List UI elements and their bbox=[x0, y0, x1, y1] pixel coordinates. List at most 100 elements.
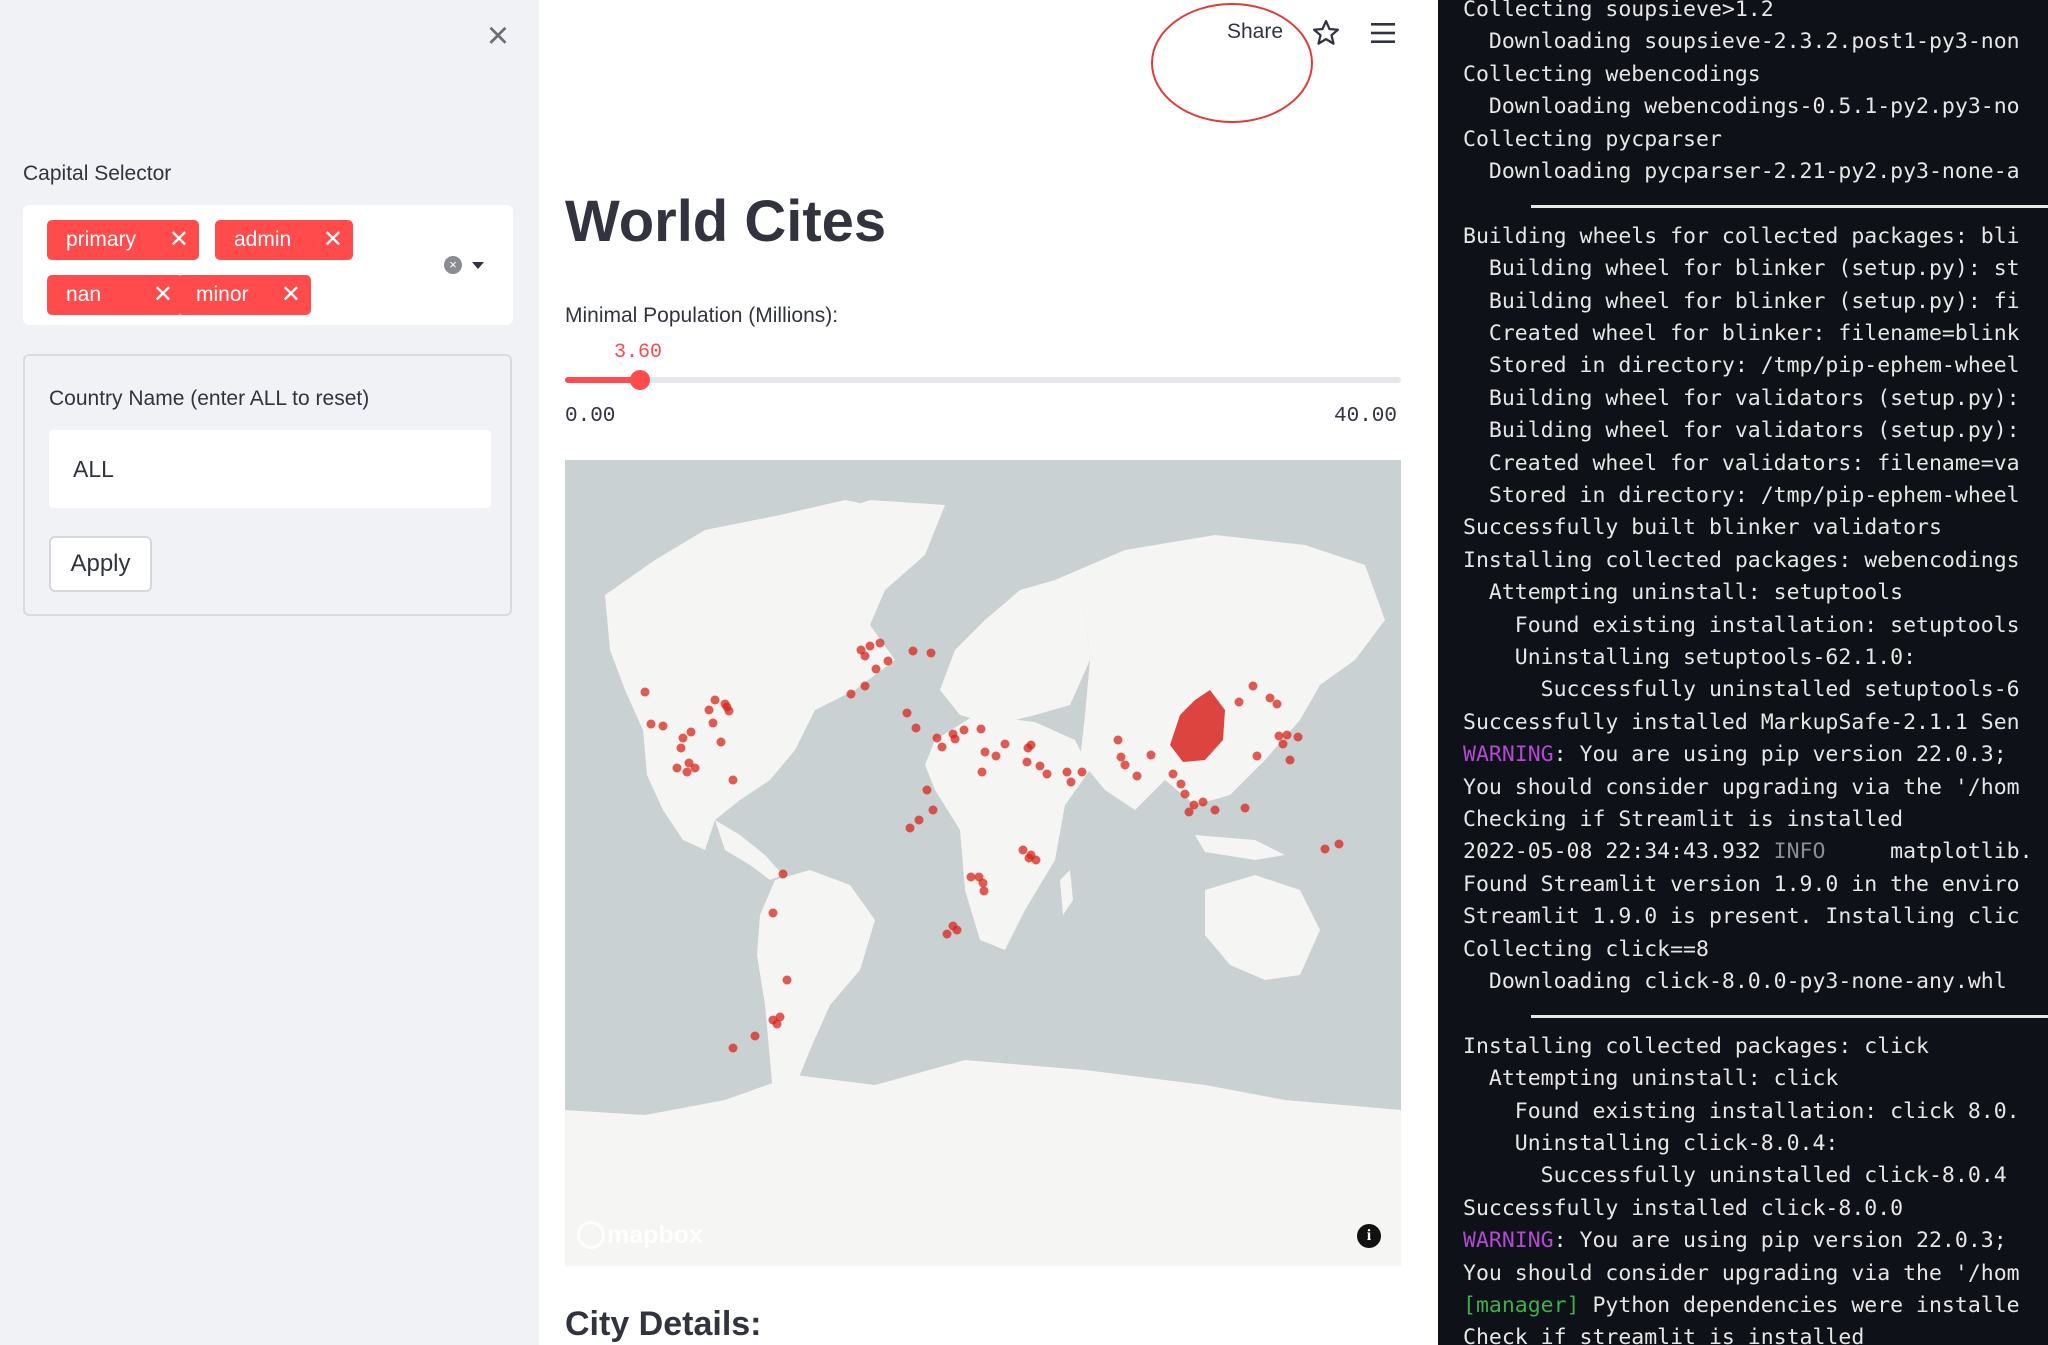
city-dot bbox=[860, 681, 870, 691]
land-africa bbox=[925, 715, 1090, 950]
city-dot bbox=[846, 689, 856, 699]
info-icon[interactable]: i bbox=[1357, 1224, 1381, 1248]
slider-max-label: 40.00 bbox=[1334, 405, 1398, 428]
terminal-line: Check if streamlit is installed bbox=[1463, 1325, 1865, 1345]
city-dot bbox=[1184, 807, 1194, 817]
slider-min-label: 0.00 bbox=[565, 405, 616, 428]
share-highlight-circle bbox=[1151, 3, 1313, 123]
terminal-line: Successfully uninstalled click-8.0.4 bbox=[1463, 1163, 2007, 1189]
city-dot bbox=[672, 763, 682, 773]
chip-admin: admin ✕ bbox=[215, 220, 353, 260]
progress-divider bbox=[1531, 1015, 2048, 1019]
city-dot bbox=[1018, 845, 1028, 855]
terminal-line: Building wheel for validators (setup.py)… bbox=[1463, 385, 2020, 411]
apply-button[interactable]: Apply bbox=[49, 536, 152, 592]
city-dot bbox=[682, 767, 692, 777]
city-dot bbox=[1022, 757, 1032, 767]
city-dot bbox=[678, 733, 688, 743]
city-dot bbox=[1285, 755, 1295, 765]
terminal-line: Collecting soupsieve>1.2 bbox=[1463, 0, 1774, 22]
terminal-line: Installing collected packages: webencodi… bbox=[1463, 547, 2020, 573]
page-title: World Cites bbox=[565, 189, 887, 254]
terminal-line: Uninstalling click-8.0.4: bbox=[1463, 1131, 1839, 1156]
remove-chip-icon[interactable]: ✕ bbox=[323, 220, 343, 260]
terminal-line: Downloading webencodings-0.5.1-py2.py3-n… bbox=[1463, 94, 2020, 120]
terminal-line: Downloading click-8.0.0-py3-none-any.whl bbox=[1463, 969, 2007, 994]
remove-chip-icon[interactable]: ✕ bbox=[153, 275, 173, 315]
terminal-line: Successfully uninstalled setuptools-6 bbox=[1463, 677, 2020, 703]
city-dot bbox=[686, 727, 696, 737]
terminal-line: Uninstalling setuptools-62.1.0: bbox=[1463, 645, 1917, 670]
land-central-america bbox=[715, 820, 783, 880]
city-dot bbox=[952, 925, 962, 935]
city-dot bbox=[1042, 769, 1052, 779]
chip-minor: minor ✕ bbox=[177, 275, 311, 315]
city-dot bbox=[1066, 777, 1076, 787]
remove-chip-icon[interactable]: ✕ bbox=[169, 220, 189, 260]
world-map[interactable]: mapbox i bbox=[565, 460, 1401, 1266]
city-dot bbox=[716, 737, 726, 747]
city-dot bbox=[914, 815, 924, 825]
city-dot bbox=[690, 763, 700, 773]
mapbox-logo-icon bbox=[577, 1221, 605, 1250]
city-dot bbox=[911, 723, 921, 733]
city-dot bbox=[937, 742, 947, 752]
chip-primary: primary ✕ bbox=[47, 220, 199, 260]
chip-label: primary bbox=[66, 228, 137, 251]
population-slider[interactable] bbox=[565, 370, 1401, 390]
chevron-down-icon[interactable] bbox=[472, 262, 484, 269]
slider-fill bbox=[565, 377, 641, 383]
city-dot bbox=[978, 878, 988, 888]
remove-chip-icon[interactable]: ✕ bbox=[281, 275, 301, 315]
city-dot bbox=[942, 929, 952, 939]
slider-thumb[interactable] bbox=[630, 370, 651, 390]
chip-label: admin bbox=[234, 228, 292, 251]
city-dot bbox=[1278, 739, 1288, 749]
city-dot bbox=[646, 719, 656, 729]
city-dot bbox=[1026, 740, 1036, 750]
city-dot bbox=[1180, 789, 1190, 799]
terminal-line: Successfully built blinker validators bbox=[1463, 515, 1942, 541]
city-dot bbox=[1035, 761, 1045, 771]
city-dot bbox=[704, 705, 714, 715]
land-australia bbox=[1205, 875, 1320, 980]
terminal-line: Found existing installation: click 8.0. bbox=[1463, 1098, 2020, 1124]
country-name-input[interactable] bbox=[49, 430, 491, 508]
city-dot bbox=[926, 648, 936, 658]
sidebar: × Capital Selector primary ✕ admin ✕ nan… bbox=[0, 0, 539, 1345]
country-form: Country Name (enter ALL to reset) Apply bbox=[23, 354, 512, 616]
city-dot bbox=[768, 908, 778, 918]
land-asia bbox=[1055, 535, 1385, 810]
city-dot bbox=[1320, 844, 1330, 854]
city-dot bbox=[1120, 760, 1130, 770]
city-dot bbox=[932, 733, 942, 743]
city-dot bbox=[1252, 751, 1262, 761]
terminal-line: Collecting webencodings bbox=[1463, 61, 1761, 87]
city-dot bbox=[1234, 697, 1244, 707]
city-dot bbox=[966, 872, 976, 882]
mapbox-logo-text: mapbox bbox=[607, 1220, 703, 1249]
hamburger-menu-icon[interactable] bbox=[1369, 20, 1397, 46]
clear-all-icon[interactable]: × bbox=[444, 256, 462, 274]
chip-label: minor bbox=[196, 283, 249, 306]
star-icon[interactable] bbox=[1311, 18, 1341, 48]
terminal-line: You should consider upgrading via the '/… bbox=[1463, 1260, 2020, 1286]
terminal-line: Collecting click==8 bbox=[1463, 936, 1709, 962]
city-dot bbox=[768, 1015, 778, 1025]
city-dot bbox=[1334, 839, 1344, 849]
city-dot bbox=[1274, 731, 1284, 741]
city-dot bbox=[1240, 803, 1250, 813]
city-dot bbox=[728, 1043, 738, 1053]
city-dot bbox=[1168, 769, 1178, 779]
capital-multiselect[interactable]: primary ✕ admin ✕ nan ✕ minor ✕ × bbox=[23, 205, 513, 325]
land-indonesia bbox=[1195, 835, 1285, 860]
map-canvas bbox=[565, 500, 1401, 1266]
city-dot bbox=[980, 747, 990, 757]
city-dot bbox=[1176, 779, 1186, 789]
city-dot bbox=[1198, 797, 1208, 807]
chip-nan: nan ✕ bbox=[47, 275, 183, 315]
close-sidebar-icon[interactable]: × bbox=[482, 17, 514, 55]
city-dot bbox=[908, 646, 918, 656]
terminal-line: Checking if Streamlit is installed bbox=[1463, 807, 1904, 832]
city-dot bbox=[959, 725, 969, 735]
